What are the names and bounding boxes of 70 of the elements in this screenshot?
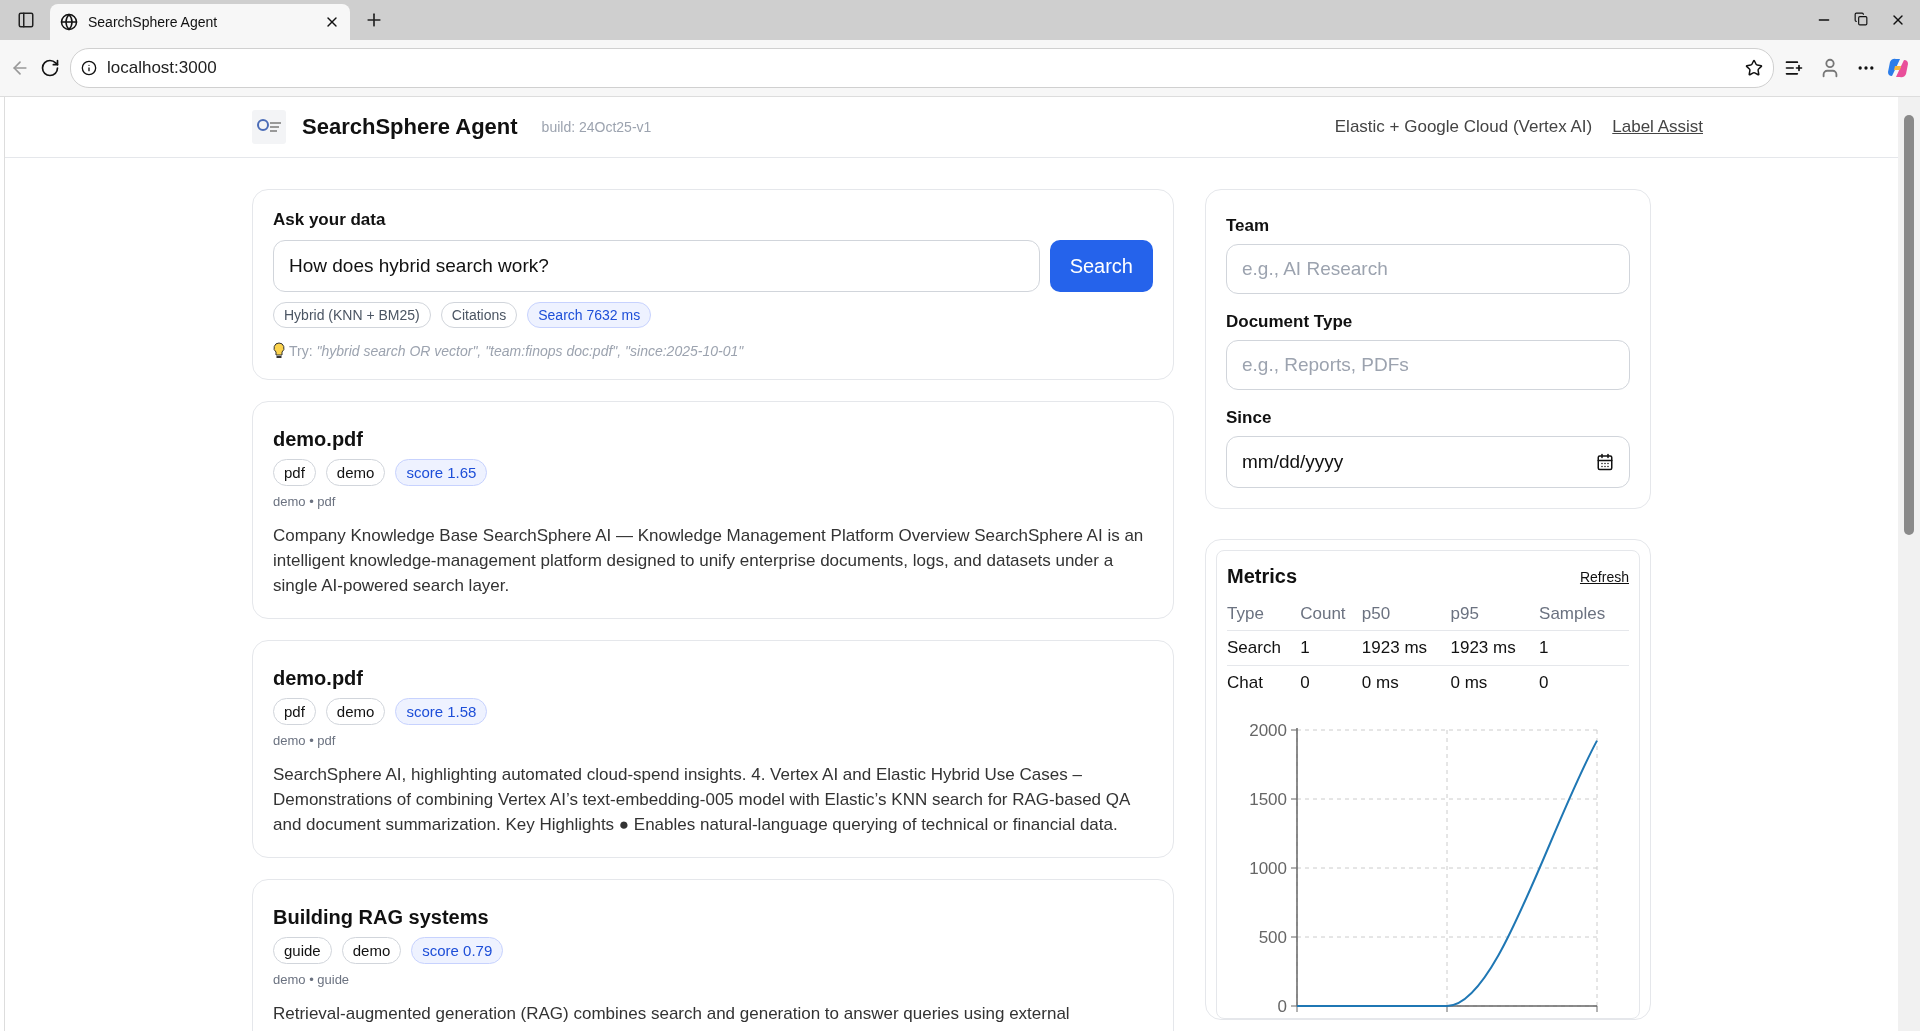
metrics-title: Metrics: [1227, 565, 1298, 588]
result-tag: demo: [325, 698, 386, 725]
reload-icon[interactable]: [40, 58, 60, 78]
result-title: Building RAG systems: [273, 906, 490, 929]
result-meta: demo • pdf: [273, 494, 337, 509]
text-field[interactable]: e.g., AI Research: [1226, 244, 1630, 294]
result-tag: demo: [325, 459, 386, 486]
stack-label: Elastic + Google Cloud (Vertex AI): [1334, 117, 1593, 137]
result-tag: guide: [273, 937, 332, 964]
result-title: demo.pdf: [273, 667, 364, 690]
restore-icon[interactable]: [1854, 12, 1868, 26]
axis-tick-label: 0: [1277, 997, 1287, 1016]
text-field[interactable]: e.g., Reports, PDFs: [1226, 340, 1630, 390]
axis-tick-label: 500: [1258, 928, 1287, 947]
address-bar[interactable]: localhost:3000: [70, 48, 1774, 88]
date-field[interactable]: mm/dd/yyyy: [1226, 436, 1630, 488]
result-snippet: Company Knowledge Base SearchSphere AI — Knowledge Management Platform Overview SearchSphere AI is an intelligent knowledge-management platform designed to unify enterprise documents, logs, and datasets under a single AI-powered search layer.: [273, 525, 1145, 597]
refresh-link[interactable]: Refresh: [1579, 568, 1629, 585]
axis-tick-label: 1000: [1249, 859, 1287, 878]
calendar-icon[interactable]: [1596, 453, 1614, 471]
table-cell: Search: [1227, 630, 1301, 666]
table-cell: 0 ms: [1361, 665, 1451, 700]
axis-tick-label: 1500: [1249, 790, 1287, 809]
axis-tick-label: 2000: [1249, 721, 1287, 740]
result-meta: demo • pdf: [273, 733, 337, 748]
result-snippet: Retrieval-augmented generation (RAG) combines search and generation to answer queries using external: [273, 1003, 1071, 1025]
query-label: Ask your data: [273, 210, 387, 230]
result-tag: pdf: [273, 698, 316, 725]
result-tag: demo: [341, 937, 402, 964]
search-button[interactable]: Search: [1049, 240, 1153, 292]
logo-icon: [252, 110, 286, 144]
mode-chip: Hybrid (KNN + BM25): [273, 302, 431, 328]
column-header: p50: [1361, 598, 1451, 631]
result-tag: score 1.65: [395, 459, 488, 486]
star-icon[interactable]: [1745, 59, 1763, 77]
build-label: build: 24Oct25-v1: [541, 119, 652, 135]
result-tag: pdf: [273, 459, 316, 486]
favorites-icon[interactable]: [1784, 58, 1804, 78]
column-header: Count: [1300, 598, 1362, 631]
table-cell: 0: [1300, 665, 1362, 700]
query-input[interactable]: How does hybrid search work?: [273, 240, 1040, 292]
result-snippet: SearchSphere AI, highlighting automated cloud-spend insights. 4. Vertex AI and Elastic Hybrid Use Cases – Demonstrations of combining Vertex AI’s text-embedding-005 model with Elastic’s KNN search for RAG-based QA and document summarization. Key Highlights ● Enables natural-language querying of technical or financial data.: [273, 764, 1131, 836]
mode-chip: Search 7632 ms: [527, 302, 652, 328]
lightbulb-icon: [273, 342, 285, 359]
column-header: Type: [1227, 598, 1301, 631]
result-title: demo.pdf: [273, 428, 364, 451]
query-hint: Try: "hybrid search OR vector", "team:finops doc:pdf", "since:2025-10-01": [289, 342, 744, 359]
table-cell: 1923 ms: [1450, 630, 1540, 666]
table-cell: Chat: [1227, 665, 1301, 700]
info-icon[interactable]: [81, 60, 97, 76]
filter-label: Document Type: [1226, 312, 1354, 332]
globe-icon: [60, 13, 78, 31]
table-cell: 1923 ms: [1361, 630, 1451, 666]
filter-label: Since: [1226, 408, 1273, 428]
tab-title: SearchSphere Agent: [88, 14, 219, 30]
scrollbar[interactable]: [1898, 97, 1920, 1031]
column-header: p95: [1450, 598, 1540, 631]
result-tag: score 0.79: [411, 937, 504, 964]
mode-chip: Citations: [440, 302, 518, 328]
browser-tab[interactable]: SearchSphere Agent: [50, 4, 350, 40]
app-title: SearchSphere Agent: [302, 114, 518, 140]
label-assist-link[interactable]: Label Assist: [1612, 117, 1703, 137]
filter-label: Team: [1226, 216, 1271, 236]
result-tag: score 1.58: [395, 698, 488, 725]
table-cell: 1: [1300, 630, 1362, 666]
table-cell: 0 ms: [1450, 665, 1540, 700]
column-header: Samples: [1539, 598, 1629, 631]
table-cell: 1: [1539, 630, 1629, 666]
result-meta: demo • guide: [273, 972, 351, 987]
table-cell: 0: [1539, 665, 1629, 700]
